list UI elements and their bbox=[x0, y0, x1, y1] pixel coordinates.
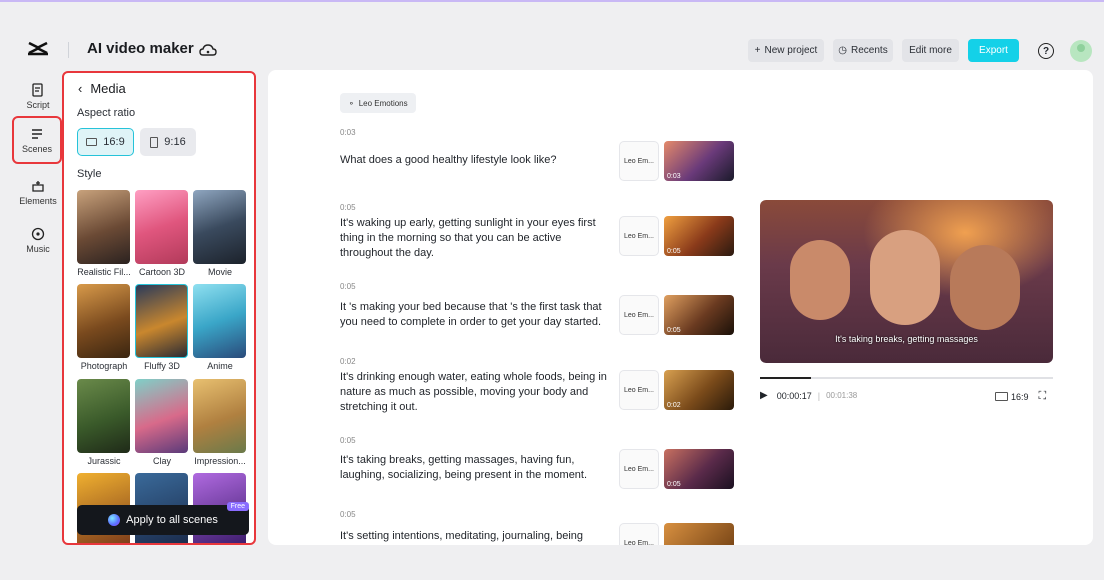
portrait-icon bbox=[150, 136, 159, 148]
voice-chip-small[interactable]: Leo Em... bbox=[619, 370, 659, 410]
clip-thumb[interactable]: 0:03 bbox=[664, 141, 734, 181]
cloud-sync-icon[interactable] bbox=[199, 42, 217, 58]
time-separator: | bbox=[817, 390, 821, 401]
style-label-item: Impression... bbox=[194, 456, 246, 466]
character-shape bbox=[950, 245, 1020, 330]
export-button[interactable]: Export bbox=[968, 39, 1019, 62]
style-thumb[interactable] bbox=[193, 379, 246, 453]
playback-controls: ▶ 00:00:17 | 00:01:38 bbox=[760, 390, 857, 401]
current-time: 00:00:17 bbox=[776, 390, 812, 401]
scene-row[interactable]: 0:05 It's setting intentions, meditating… bbox=[340, 510, 740, 545]
style-thumb[interactable] bbox=[77, 284, 130, 358]
edit-more-button[interactable]: Edit more bbox=[902, 39, 959, 62]
apply-to-all-scenes-button[interactable]: Apply to all scenes Free bbox=[77, 502, 249, 535]
video-caption: It's taking breaks, getting massages bbox=[835, 334, 978, 344]
rail-music[interactable]: Music bbox=[14, 218, 62, 262]
style-thumb[interactable] bbox=[135, 379, 188, 453]
style-label-item: Movie bbox=[207, 267, 232, 277]
clip-thumb[interactable]: 0:05 bbox=[664, 295, 734, 335]
video-preview[interactable]: It's taking breaks, getting massages bbox=[760, 200, 1053, 363]
avatar[interactable] bbox=[1070, 40, 1092, 62]
style-label-item: Fluffy 3D bbox=[144, 361, 180, 371]
clock-icon: ◷ bbox=[838, 45, 848, 56]
progress-fill bbox=[760, 377, 812, 379]
ai-orb-icon bbox=[108, 514, 121, 526]
new-project-button[interactable]: + New project bbox=[748, 39, 824, 62]
ratio-16-9-button[interactable]: 16:9 bbox=[77, 128, 134, 156]
elements-icon bbox=[32, 180, 44, 192]
voice-chip-small[interactable]: Leo Em... bbox=[619, 141, 659, 181]
style-thumb[interactable] bbox=[77, 379, 130, 453]
style-thumb[interactable] bbox=[193, 190, 246, 264]
clip-thumb[interactable]: 0:05 bbox=[664, 449, 734, 489]
play-icon[interactable]: ▶ bbox=[760, 390, 768, 401]
landscape-icon bbox=[86, 138, 98, 146]
voice-chip-small[interactable]: Leo Em... bbox=[619, 449, 659, 489]
rail-scenes[interactable]: Scenes bbox=[12, 116, 62, 164]
ratio-9-16-button[interactable]: 9:16 bbox=[140, 128, 196, 156]
top-accent-line bbox=[0, 0, 1104, 2]
voice-chip-small[interactable]: Leo Em... bbox=[619, 216, 659, 256]
style-thumb[interactable] bbox=[193, 284, 246, 358]
recents-button[interactable]: ◷ Recents bbox=[833, 39, 893, 62]
ratio-icon[interactable] bbox=[995, 392, 1008, 401]
clip-thumb[interactable]: 0:05 bbox=[664, 216, 734, 256]
total-time: 00:01:38 bbox=[826, 391, 858, 400]
script-icon bbox=[32, 82, 43, 97]
fullscreen-icon[interactable]: ⛶ bbox=[1039, 390, 1047, 403]
header-divider bbox=[68, 42, 69, 58]
style-thumb[interactable] bbox=[77, 190, 130, 264]
clip-thumb[interactable] bbox=[664, 523, 734, 545]
back-chevron-icon[interactable]: ‹ bbox=[78, 81, 82, 96]
voice-chip-small[interactable]: Leo Em... bbox=[619, 523, 659, 545]
clip-thumb[interactable]: 0:02 bbox=[664, 370, 734, 410]
bulb-icon: ⚬ bbox=[348, 98, 355, 108]
style-label: Style bbox=[77, 168, 102, 180]
style-label-item: Jurassic bbox=[87, 456, 121, 466]
player-ratio[interactable]: 16:9 bbox=[1011, 392, 1029, 402]
style-label-item: Photograph bbox=[80, 361, 128, 371]
capcut-logo-icon bbox=[28, 41, 48, 56]
voice-chip[interactable]: ⚬ Leo Emotions bbox=[340, 93, 416, 113]
app-title: AI video maker bbox=[87, 40, 194, 57]
music-icon bbox=[31, 227, 45, 240]
rail-script[interactable]: Script bbox=[14, 74, 62, 118]
scenes-icon bbox=[32, 128, 42, 139]
style-label-item: Clay bbox=[152, 456, 171, 466]
help-icon[interactable]: ? bbox=[1038, 43, 1054, 59]
header: AI video maker + New project ◷ Recents Edi… bbox=[0, 30, 1104, 70]
rail-elements[interactable]: Elements bbox=[14, 170, 62, 214]
style-thumb[interactable] bbox=[135, 284, 188, 358]
player-right-controls: 16:9 ⛶ bbox=[995, 390, 1046, 403]
progress-bar[interactable] bbox=[760, 377, 1053, 379]
plus-icon: + bbox=[754, 45, 761, 56]
character-shape bbox=[790, 240, 850, 320]
aspect-ratio-label: Aspect ratio bbox=[77, 107, 136, 119]
style-label-item: Cartoon 3D bbox=[138, 267, 186, 277]
media-panel: ‹ Media Aspect ratio 16:9 9:16 Style Rea… bbox=[62, 71, 256, 545]
free-badge: Free bbox=[226, 502, 249, 511]
style-thumb[interactable] bbox=[135, 190, 188, 264]
panel-title: ‹ Media bbox=[78, 81, 126, 96]
style-label-item: Realistic Fil... bbox=[77, 267, 131, 277]
main-area: ⚬ Leo Emotions 0:03 What does a good hea… bbox=[268, 70, 1093, 545]
voice-chip-small[interactable]: Leo Em... bbox=[619, 295, 659, 335]
character-shape bbox=[870, 230, 940, 325]
style-label-item: Anime bbox=[207, 361, 233, 371]
